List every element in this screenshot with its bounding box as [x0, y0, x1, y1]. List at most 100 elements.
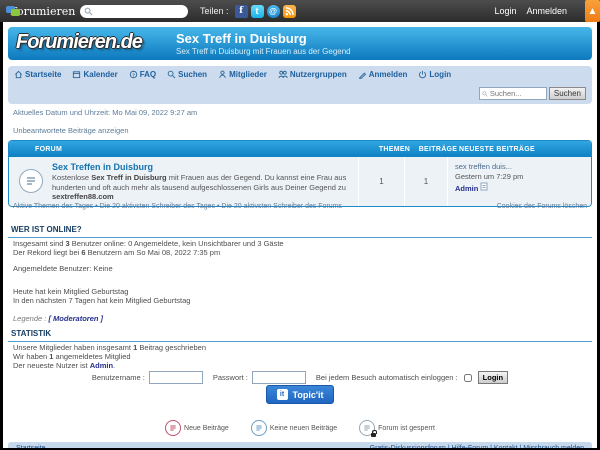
nav-item-mitglieder[interactable]: Mitglieder	[218, 70, 267, 79]
autologin-checkbox[interactable]	[463, 373, 472, 382]
top-posters-day-link[interactable]: Die 20 aktivsten Schreiber des Tages	[100, 203, 215, 210]
forumieren-brand[interactable]: Forumieren	[6, 5, 75, 18]
forum-title: Sex Treff in Duisburg	[176, 31, 307, 46]
forum-search-form: Suchen	[478, 87, 586, 100]
footer-home-link[interactable]: Startseite	[16, 445, 46, 448]
quick-links-left: Aktive Themen des Tages • Die 20 aktivst…	[13, 203, 343, 210]
newest-user-link[interactable]: Admin	[90, 361, 113, 370]
login-icon	[419, 70, 427, 79]
twitter-icon[interactable]: t	[250, 4, 264, 18]
up-arrow-icon: ▲	[587, 5, 598, 17]
who-online-heading: WER IST ONLINE?	[8, 225, 592, 238]
quick-links-row: Aktive Themen des Tages • Die 20 aktivst…	[13, 203, 587, 210]
topbar: Forumieren Teilen : f t @ Login Anmelden…	[0, 0, 600, 22]
forumieren-de-logo[interactable]: Forumieren.de	[16, 31, 143, 54]
forum-status-icon	[19, 169, 43, 194]
statistics-body: Unsere Mitglieder haben insgesamt 1 Beit…	[13, 343, 587, 370]
facebook-icon[interactable]: f	[234, 4, 248, 18]
col-forum: FORUM	[35, 145, 63, 153]
forum-row: Sex Treffen in Duisburg Kostenlose Sex T…	[9, 157, 591, 206]
topbar-right: Login Anmelden ▲	[494, 0, 600, 22]
nav-item-faq[interactable]: ? FAQ	[129, 70, 156, 79]
nav-item-kalender[interactable]: Kalender	[72, 70, 118, 79]
delete-cookies-link[interactable]: Cookies des Forums löschen	[497, 203, 587, 210]
member-icon	[219, 70, 226, 78]
goto-last-post-icon[interactable]	[480, 182, 488, 191]
topbar-login-link[interactable]: Login	[494, 6, 516, 16]
page-content: Forumieren.de Sex Treff in Duisburg Sex …	[3, 22, 597, 448]
nav-item-login[interactable]: Login	[418, 70, 451, 79]
forum-cell: Sex Treffen in Duisburg Kostenlose Sex T…	[9, 157, 358, 206]
nav-item-nutzergruppen[interactable]: Nutzergruppen	[278, 70, 347, 79]
footer-bar: Startseite Gratis-Diskussionsforum | Hil…	[8, 442, 592, 448]
forum-table-header: FORUM THEMEN BEITRÄGE NEUESTE BEITRÄGE	[9, 141, 591, 157]
usergroups-icon	[278, 70, 288, 79]
nav-item-anmelden[interactable]: Anmelden	[358, 70, 407, 79]
online-record: Der Rekord liegt bei 6 Benutzern am So M…	[13, 248, 221, 257]
legend-locked-forum: Forum ist gesperrt	[359, 420, 435, 437]
topbar-search-box[interactable]	[80, 4, 188, 18]
registered-users-line: Angemeldete Benutzer: Keine	[13, 264, 113, 273]
nav-item-suchen[interactable]: Suchen	[167, 70, 207, 79]
top-posters-forum-link[interactable]: Die 20 aktivsten Schreiber des Forums	[221, 203, 342, 210]
nav-item-startseite[interactable]: Startseite	[14, 70, 61, 79]
rss-icon[interactable]	[282, 4, 296, 18]
topbar-register-link[interactable]: Anmelden	[526, 6, 567, 16]
topicit-icon: it	[276, 389, 288, 400]
last-post-author-link[interactable]: Admin	[455, 184, 478, 193]
legend-no-new-posts: Keine neuen Beiträge	[250, 420, 337, 436]
topicit-button[interactable]: it Topic'it	[265, 385, 335, 404]
topbar-search-input[interactable]	[93, 5, 177, 17]
password-label: Passwort :	[212, 373, 248, 382]
forum-link[interactable]: Sex Treffen in Duisburg	[52, 162, 352, 172]
col-themen: THEMEN	[378, 145, 411, 153]
stat-members-line: Wir haben 1 angemeldetes Mitglied	[13, 352, 131, 361]
post-legend: Neue Beiträge Keine neuen Beiträge Forum…	[3, 420, 597, 437]
posts-count: 1	[404, 157, 447, 206]
forum-description: Kostenlose Sex Treff in Duisburg mit Fra…	[52, 173, 347, 201]
login-form: Benutzername : Passwort : Bei jedem Besu…	[3, 371, 597, 384]
topicit-wrap: it Topic'it	[3, 385, 597, 404]
topics-count: 1	[358, 157, 404, 206]
forum-search-box[interactable]	[478, 87, 547, 100]
nav-links: Startseite Kalender ? FAQ Suchen Mitglied…	[8, 66, 592, 79]
col-neueste-beitraege: NEUESTE BEITRÄGE	[459, 145, 535, 153]
search-submit-button[interactable]: Suchen	[548, 87, 586, 100]
new-posts-icon	[165, 420, 182, 436]
who-online-body: Insgesamt sind 3 Benutzer online: 0 Ange…	[13, 239, 587, 323]
last-post-cell: sex treffen duis... Gestern um 7:29 pm A…	[447, 157, 591, 206]
email-share-icon[interactable]: @	[266, 4, 280, 18]
forum-banner: Forumieren.de Sex Treff in Duisburg Sex …	[8, 27, 592, 60]
moderators-link[interactable]: [ Moderatoren ]	[48, 314, 103, 323]
home-icon	[15, 70, 22, 79]
forum-search-input[interactable]	[487, 88, 544, 99]
locked-forum-icon	[359, 420, 377, 437]
forum-info: Sex Treffen in Duisburg Kostenlose Sex T…	[52, 157, 358, 206]
birthday-week-line: In den nächsten 7 Tagen hat kein Mitglie…	[13, 296, 191, 305]
last-post-link[interactable]: sex treffen duis...	[455, 162, 512, 171]
social-icons: f t @	[234, 4, 296, 18]
unanswered-posts-link[interactable]: Unbeantwortete Beiträge anzeigen	[13, 126, 129, 135]
share-label: Teilen :	[200, 6, 229, 16]
username-field[interactable]	[148, 371, 203, 384]
username-label: Benutzername :	[91, 373, 145, 382]
scroll-top-button[interactable]: ▲	[585, 0, 600, 22]
forum-table: FORUM THEMEN BEITRÄGE NEUESTE BEITRÄGE S…	[8, 140, 592, 207]
register-icon	[358, 72, 366, 79]
password-field[interactable]	[251, 371, 306, 384]
search-icon	[84, 7, 93, 15]
calendar-icon	[73, 71, 81, 79]
autologin-label: Bei jedem Besuch automatisch einloggen :	[315, 373, 458, 382]
active-topics-link[interactable]: Aktive Themen des Tages	[13, 203, 93, 210]
col-beitraege: BEITRÄGE	[418, 145, 458, 153]
current-datetime: Aktuelles Datum und Uhrzeit: Mo Mai 09, …	[13, 108, 198, 117]
footer-links[interactable]: Gratis-Diskussionsforum | Hilfe-Forum | …	[370, 445, 584, 448]
legend-line: Legende : [ Moderatoren ]	[13, 314, 104, 323]
lock-icon	[371, 430, 377, 437]
no-new-posts-icon	[250, 420, 267, 436]
login-button[interactable]: Login	[477, 371, 509, 384]
stat-posts-line: Unsere Mitglieder haben insgesamt 1 Beit…	[13, 343, 207, 352]
statistics-heading: STATISTIK	[8, 329, 592, 342]
legend-new-posts: Neue Beiträge	[165, 420, 229, 436]
forum-description-site: sextreffen88.com	[52, 192, 114, 201]
